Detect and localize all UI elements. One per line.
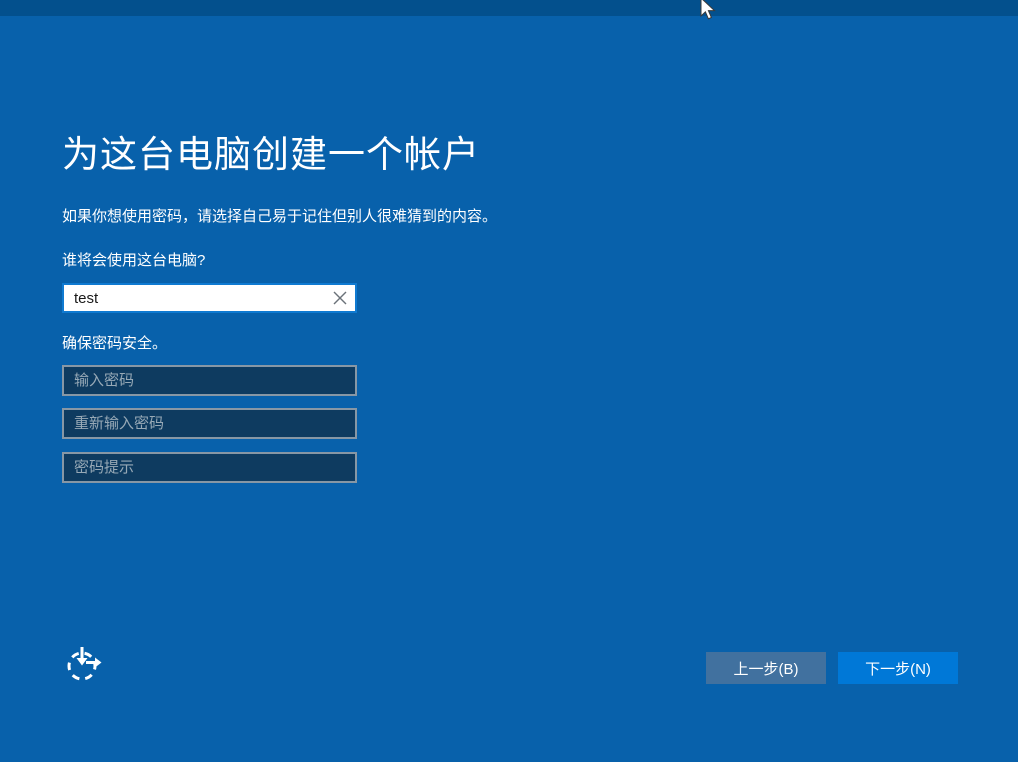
clear-text-button[interactable] bbox=[325, 285, 355, 311]
oobe-create-account-screen: 为这台电脑创建一个帐户 如果你想使用密码，请选择自己易于记住但别人很难猜到的内容… bbox=[0, 0, 1018, 762]
ease-of-access-button[interactable] bbox=[63, 642, 107, 686]
username-field-wrap bbox=[62, 283, 357, 313]
clear-x-icon bbox=[332, 290, 348, 306]
username-label: 谁将会使用这台电脑? bbox=[62, 252, 206, 269]
page-title: 为这台电脑创建一个帐户 bbox=[62, 134, 480, 175]
password-security-label: 确保密码安全。 bbox=[62, 335, 168, 352]
top-strip bbox=[0, 0, 1018, 16]
confirm-password-input[interactable] bbox=[62, 408, 357, 439]
ease-of-access-icon bbox=[63, 642, 107, 686]
password-hint-input[interactable] bbox=[62, 452, 357, 483]
username-input[interactable] bbox=[64, 285, 325, 311]
page-subtitle: 如果你想使用密码，请选择自己易于记住但别人很难猜到的内容。 bbox=[62, 208, 498, 225]
back-button[interactable]: 上一步(B) bbox=[706, 652, 826, 684]
password-input[interactable] bbox=[62, 365, 357, 396]
next-button[interactable]: 下一步(N) bbox=[838, 652, 958, 684]
